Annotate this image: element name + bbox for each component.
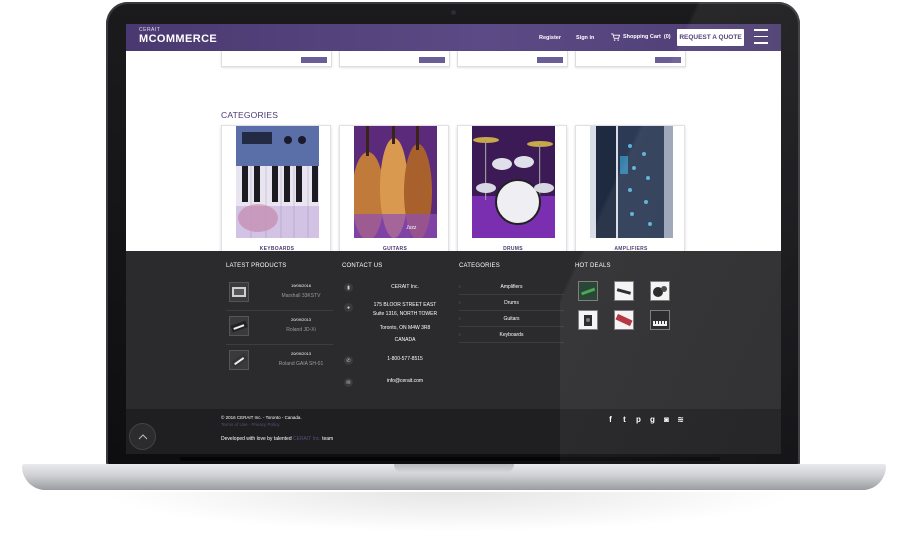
footer-category-link[interactable]: Drums (459, 295, 564, 311)
social-links: f t p g ◙ ≋ (606, 415, 685, 424)
footer-category-link[interactable]: Amplifiers (459, 279, 564, 295)
product-date: 20/09/2013 (290, 317, 312, 322)
developer-brand-link[interactable]: CERAIT Inc. (293, 436, 321, 442)
main-content: CATEGORIES KEYBOARDS Jazz GUITARS DRUMS … (126, 51, 781, 261)
hot-deal-thumbnail[interactable] (650, 281, 670, 301)
address-line: 175 BLOOR STREET EAST (373, 302, 437, 308)
copyright-text: © 2016 CERAIT Inc. - Toronto - Canada. (221, 415, 302, 420)
contact-heading: CONTACT US (342, 263, 383, 269)
hot-deal-thumbnail[interactable] (578, 310, 598, 330)
chevron-up-icon (138, 433, 147, 439)
envelope-icon: ✉ (344, 378, 353, 387)
latest-product-item[interactable]: 20/09/2013 Roland JD-Xi (226, 313, 333, 345)
company-name: CERAIT Inc. (391, 284, 419, 290)
logo[interactable]: MCOMMERCE (139, 33, 217, 45)
product-card[interactable] (457, 51, 568, 67)
hot-deal-thumbnail[interactable] (578, 281, 598, 301)
hot-deal-thumbnail[interactable] (614, 281, 634, 301)
product-card[interactable] (221, 51, 332, 67)
synth-thumbnail (229, 350, 249, 370)
laptop-camera (451, 10, 456, 15)
product-name[interactable]: Marshall 33KSTV (266, 293, 336, 299)
building-icon: ▮ (344, 283, 353, 292)
twitter-icon[interactable]: t (620, 415, 629, 424)
hot-deals-heading: HOT DEALS (575, 263, 611, 269)
map-pin-icon: ● (344, 303, 353, 312)
latest-products-heading: LATEST PRODUCTS (226, 263, 287, 269)
product-card[interactable] (339, 51, 450, 67)
amplifier-thumbnail (229, 282, 249, 302)
cart-label: Shopping Cart (623, 34, 661, 40)
instagram-icon[interactable]: ◙ (662, 415, 671, 424)
facebook-icon[interactable]: f (606, 415, 615, 424)
phone-number[interactable]: 1-800-577-8515 (360, 355, 450, 364)
policy-links[interactable]: Terms of Use · Privacy Policy (221, 422, 280, 427)
google-plus-icon[interactable]: g (648, 415, 657, 424)
email-address[interactable]: info@cerait.com (360, 377, 450, 386)
register-link[interactable]: Register (539, 35, 561, 41)
synth-thumbnail (229, 316, 249, 336)
hot-deal-thumbnail[interactable] (650, 310, 670, 330)
request-quote-button[interactable]: REQUEST A QUOTE (677, 29, 744, 46)
product-name[interactable]: Roland GAIA SH-01 (266, 361, 336, 367)
footer-category-link[interactable]: Guitars (459, 311, 564, 327)
drums-image (472, 126, 555, 238)
hot-deal-thumbnail[interactable] (614, 310, 634, 330)
back-to-top-button[interactable] (129, 423, 156, 450)
latest-product-item[interactable]: 20/09/2013 Roland GAIA SH-01 (226, 347, 333, 379)
laptop-base-notch (394, 464, 514, 473)
developer-credit-prefix: Developed with love by talented (221, 436, 292, 442)
pinterest-icon[interactable]: p (634, 415, 643, 424)
svg-text:Jazz: Jazz (406, 225, 417, 231)
footer-category-link[interactable]: Keyboards (459, 327, 564, 343)
shopping-cart-link[interactable]: Shopping Cart (0) (611, 33, 671, 41)
address-line: CANADA (394, 337, 416, 343)
developer-credit-suffix: team (322, 436, 334, 442)
product-date: 19/05/2016 (290, 283, 312, 288)
rss-icon[interactable]: ≋ (676, 415, 685, 424)
shopping-cart-icon (611, 33, 620, 41)
footer-categories-heading: CATEGORIES (459, 263, 500, 269)
site-header: CERAIT MCOMMERCE Register Sign in Shoppi… (126, 24, 781, 51)
keyboard-image (236, 126, 319, 238)
category-card-keyboards[interactable]: KEYBOARDS (221, 125, 331, 261)
product-card[interactable] (575, 51, 686, 67)
product-name[interactable]: Roland JD-Xi (266, 327, 336, 333)
cart-count: (0) (663, 34, 671, 40)
sub-footer: © 2016 CERAIT Inc. - Toronto - Canada. T… (126, 409, 781, 454)
laptop-shadow (100, 492, 800, 532)
latest-product-item[interactable]: 19/05/2016 Marshall 33KSTV (226, 279, 333, 311)
laptop-screen: CERAIT MCOMMERCE Register Sign in Shoppi… (126, 24, 781, 454)
laptop-bezel-bottom (180, 457, 720, 461)
phone-icon: ✆ (344, 356, 353, 365)
hamburger-menu-icon[interactable] (754, 29, 768, 45)
address-line: Toronto, ON M4W 3R8 (379, 325, 431, 331)
category-card-drums[interactable]: DRUMS (457, 125, 567, 261)
sign-in-link[interactable]: Sign in (576, 35, 594, 41)
categories-heading: CATEGORIES (221, 110, 279, 120)
guitar-image: Jazz (354, 126, 437, 238)
address-line: Suite 1316, NORTH TOWER (372, 311, 438, 317)
product-date: 20/09/2013 (290, 351, 312, 356)
developer-credit: Developed with love by talented CERAIT I… (221, 436, 333, 442)
category-card-amplifiers[interactable]: AMPLIFIERS (575, 125, 685, 261)
amplifier-image (590, 126, 673, 238)
category-card-guitars[interactable]: Jazz GUITARS (339, 125, 449, 261)
site-footer: LATEST PRODUCTS CONTACT US CATEGORIES HO… (126, 251, 781, 409)
